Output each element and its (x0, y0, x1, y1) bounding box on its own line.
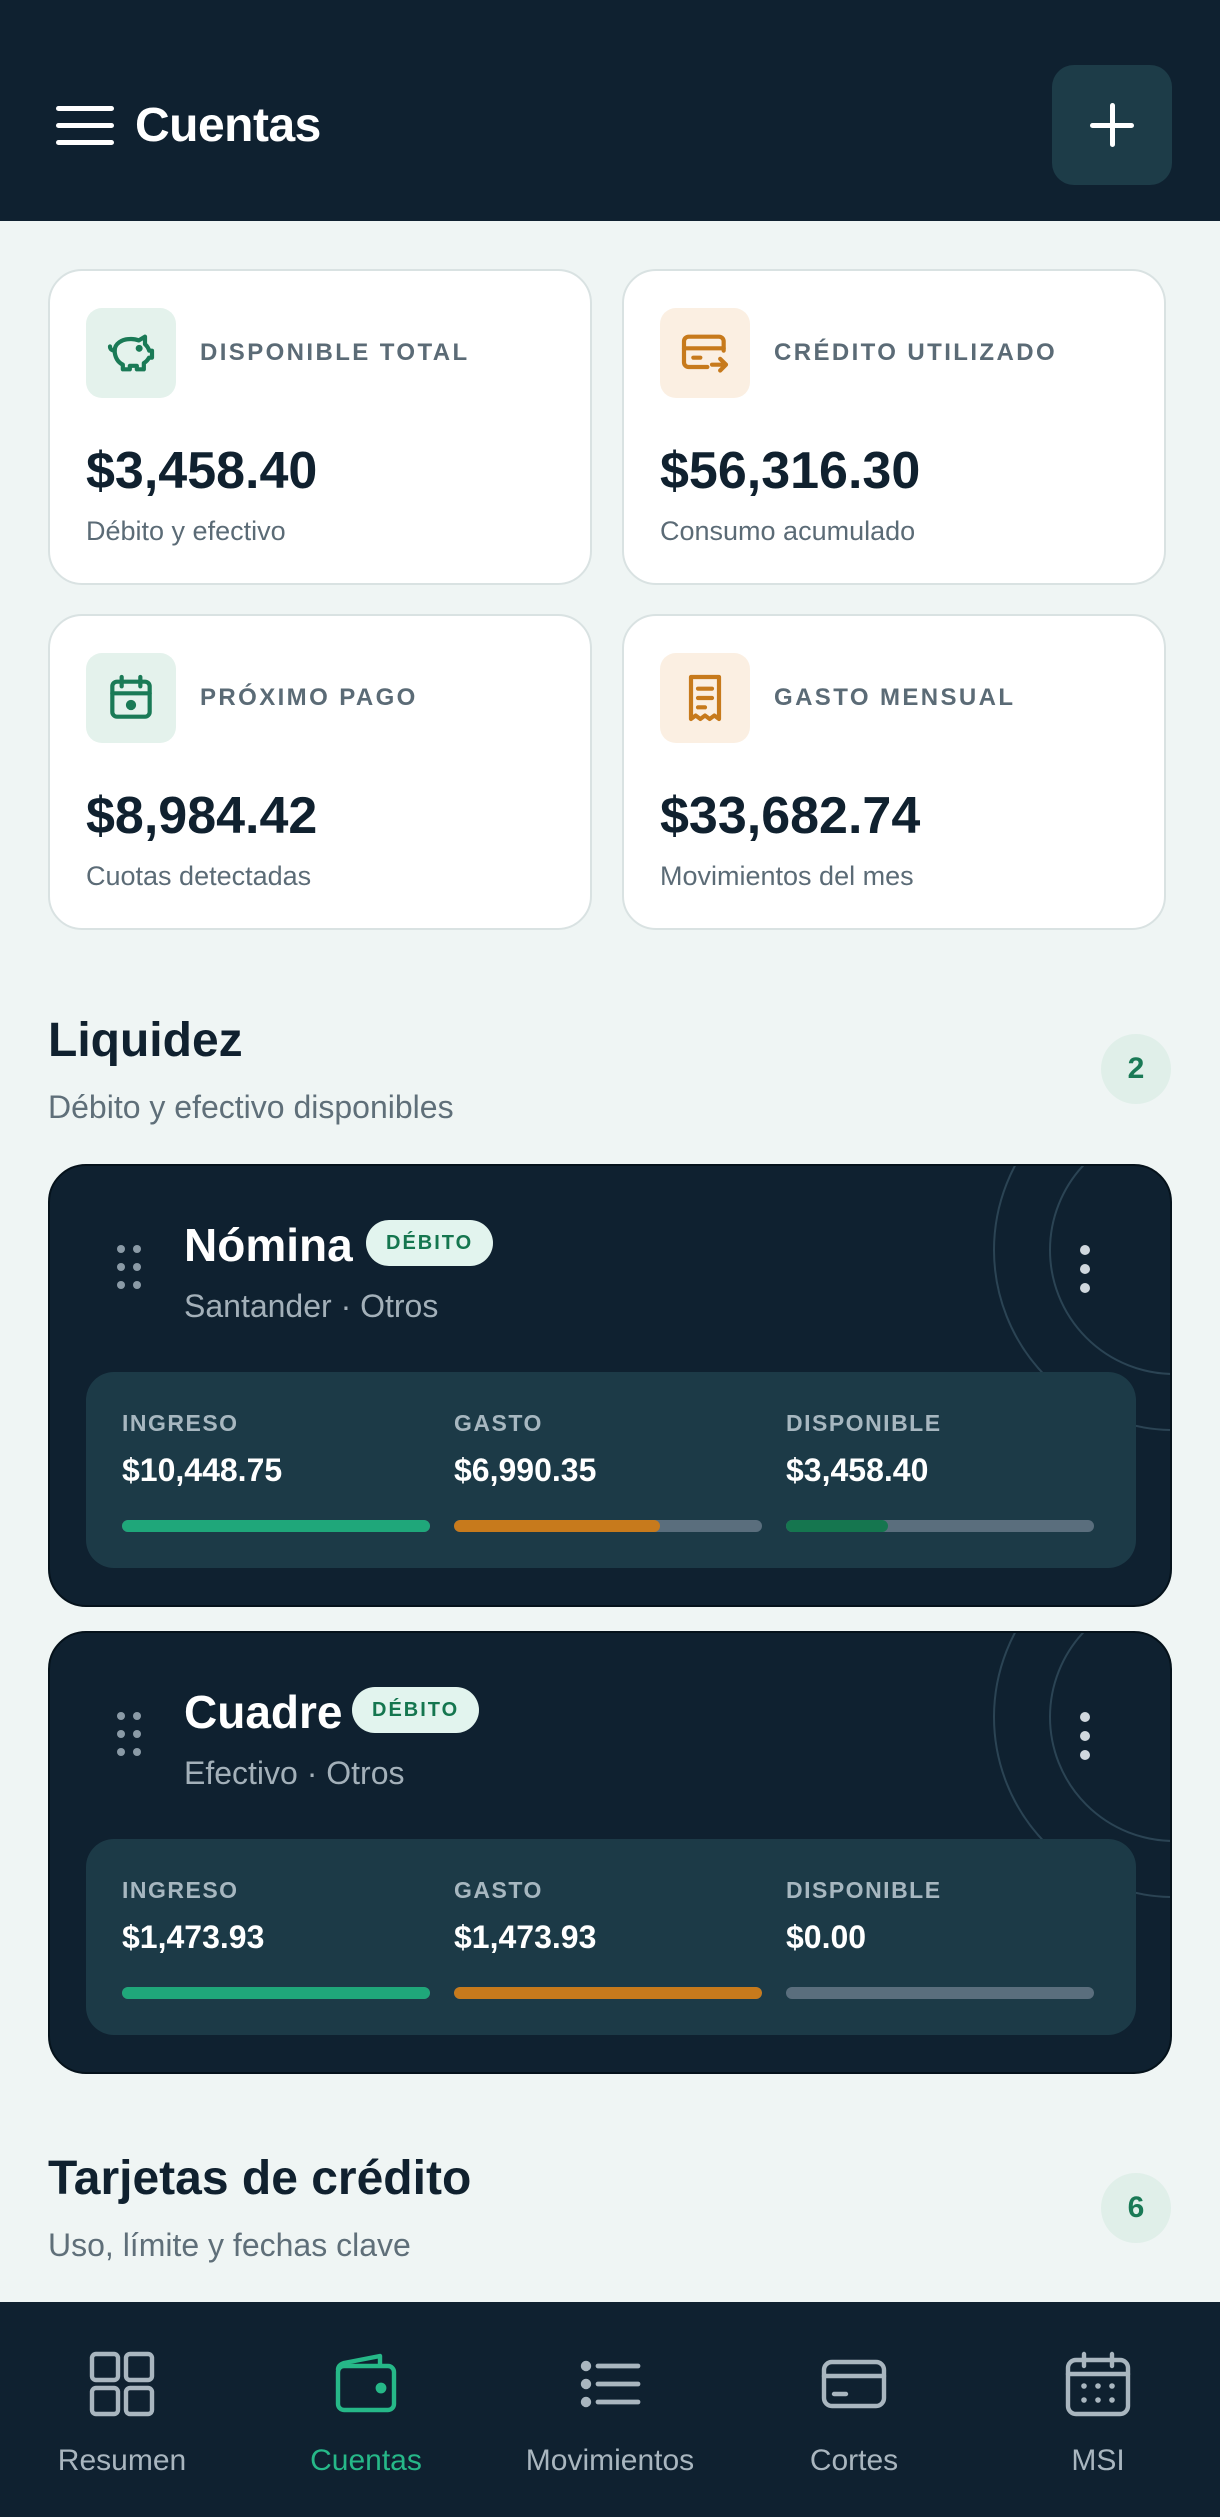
stat-label: DISPONIBLE (786, 1877, 942, 1903)
summary-card-credit-used[interactable]: CRÉDITO UTILIZADO $56,316.30 Consumo acu… (622, 269, 1166, 585)
section-subtitle-liquidez: Débito y efectivo disponibles (48, 1089, 454, 1125)
card-subtitle: Cuotas detectadas (86, 861, 312, 891)
progress-bar (786, 1987, 1094, 1999)
stat-label: INGRESO (122, 1877, 239, 1903)
account-type-badge: DÉBITO (366, 1220, 494, 1266)
nav-item-cuentas[interactable]: Cuentas (244, 2302, 488, 2517)
add-account-button[interactable] (1052, 65, 1172, 185)
card-subtitle: Débito y efectivo (86, 516, 286, 546)
receipt-icon (660, 653, 750, 743)
calendar-icon (86, 653, 176, 743)
progress-fill (454, 1987, 762, 1999)
piggy-bank-icon (86, 308, 176, 398)
app-header: Cuentas (0, 0, 1220, 221)
account-card-nomina[interactable]: Nómina DÉBITO Santander · Otros INGRESO … (48, 1164, 1172, 1607)
card-value: $33,682.74 (660, 787, 921, 845)
credit-card-icon (660, 308, 750, 398)
stat-value: $3,458.40 (786, 1452, 929, 1488)
stat-value: $1,473.93 (454, 1919, 597, 1955)
section-count-badge: 6 (1101, 2173, 1171, 2243)
nav-label: Resumen (57, 2444, 187, 2477)
account-meta: Efectivo · Otros (184, 1755, 405, 1791)
nav-item-movimientos[interactable]: Movimientos (488, 2302, 732, 2517)
account-name: Nómina (184, 1219, 353, 1271)
section-title-tarjetas: Tarjetas de crédito (48, 2152, 472, 2205)
nav-item-msi[interactable]: MSI (976, 2302, 1220, 2517)
account-name: Cuadre (184, 1686, 343, 1738)
stat-label: INGRESO (122, 1410, 239, 1436)
nav-label: Cortes (809, 2444, 899, 2477)
section-subtitle-tarjetas: Uso, límite y fechas clave (48, 2227, 411, 2263)
summary-card-next-payment[interactable]: PRÓXIMO PAGO $8,984.42 Cuotas detectadas (48, 614, 592, 930)
progress-fill (786, 1520, 888, 1532)
more-options-icon[interactable] (1078, 1244, 1092, 1294)
progress-bar (122, 1987, 430, 1999)
nav-item-cortes[interactable]: Cortes (732, 2302, 976, 2517)
stat-label: GASTO (454, 1410, 543, 1436)
account-type-badge: DÉBITO (352, 1687, 480, 1733)
plus-icon-stem (1110, 103, 1115, 147)
summary-card-monthly-spend[interactable]: GASTO MENSUAL $33,682.74 Movimientos del… (622, 614, 1166, 930)
more-options-icon[interactable] (1078, 1711, 1092, 1761)
account-stats-panel: INGRESO $1,473.93 GASTO $1,473.93 DISPON… (86, 1839, 1136, 2035)
account-stats-panel: INGRESO $10,448.75 GASTO $6,990.35 DISPO… (86, 1372, 1136, 1568)
card-value: $56,316.30 (660, 442, 921, 500)
bottom-nav: Resumen Cuentas Movimientos Cortes MSI (0, 2302, 1220, 2517)
progress-fill (122, 1520, 430, 1532)
section-title-liquidez: Liquidez (48, 1014, 243, 1067)
stat-label: GASTO (454, 1877, 543, 1903)
card-label: CRÉDITO UTILIZADO (774, 339, 1058, 366)
menu-icon-line (56, 140, 114, 145)
card-subtitle: Movimientos del mes (660, 861, 914, 891)
stat-value: $6,990.35 (454, 1452, 597, 1488)
card-value: $3,458.40 (86, 442, 318, 500)
wallet-icon (335, 2353, 397, 2413)
nav-label: MSI (1071, 2444, 1125, 2477)
stat-value: $1,473.93 (122, 1919, 265, 1955)
card-subtitle: Consumo acumulado (660, 516, 916, 546)
progress-fill (122, 1987, 430, 1999)
progress-fill (454, 1520, 661, 1532)
nav-item-resumen[interactable]: Resumen (0, 2302, 244, 2517)
drag-handle-icon[interactable] (116, 1711, 142, 1757)
menu-icon-line (56, 106, 114, 111)
grid-icon (89, 2351, 155, 2417)
menu-button[interactable] (56, 106, 114, 146)
account-card-cuadre[interactable]: Cuadre DÉBITO Efectivo · Otros INGRESO $… (48, 1631, 1172, 2074)
account-meta: Santander · Otros (184, 1288, 439, 1324)
page-title: Cuentas (135, 99, 321, 152)
card-label: GASTO MENSUAL (774, 684, 1016, 711)
card-label: PRÓXIMO PAGO (200, 684, 418, 711)
drag-handle-icon[interactable] (116, 1244, 142, 1290)
card-value: $8,984.42 (86, 787, 318, 845)
section-count-badge: 2 (1101, 1034, 1171, 1104)
stat-value: $0.00 (786, 1919, 867, 1955)
stat-label: DISPONIBLE (786, 1410, 942, 1436)
list-icon (580, 2360, 641, 2408)
summary-card-available[interactable]: DISPONIBLE TOTAL $3,458.40 Débito y efec… (48, 269, 592, 585)
progress-bar (786, 1520, 1094, 1532)
progress-bar (454, 1987, 762, 1999)
progress-bar (122, 1520, 430, 1532)
progress-bar (454, 1520, 762, 1532)
menu-icon-line (56, 123, 114, 128)
calendar-grid-icon (1065, 2351, 1131, 2417)
nav-label: Movimientos (525, 2444, 695, 2477)
card-label: DISPONIBLE TOTAL (200, 339, 470, 366)
nav-label: Cuentas (310, 2444, 422, 2477)
stat-value: $10,448.75 (122, 1452, 283, 1488)
card-icon (821, 2359, 887, 2409)
